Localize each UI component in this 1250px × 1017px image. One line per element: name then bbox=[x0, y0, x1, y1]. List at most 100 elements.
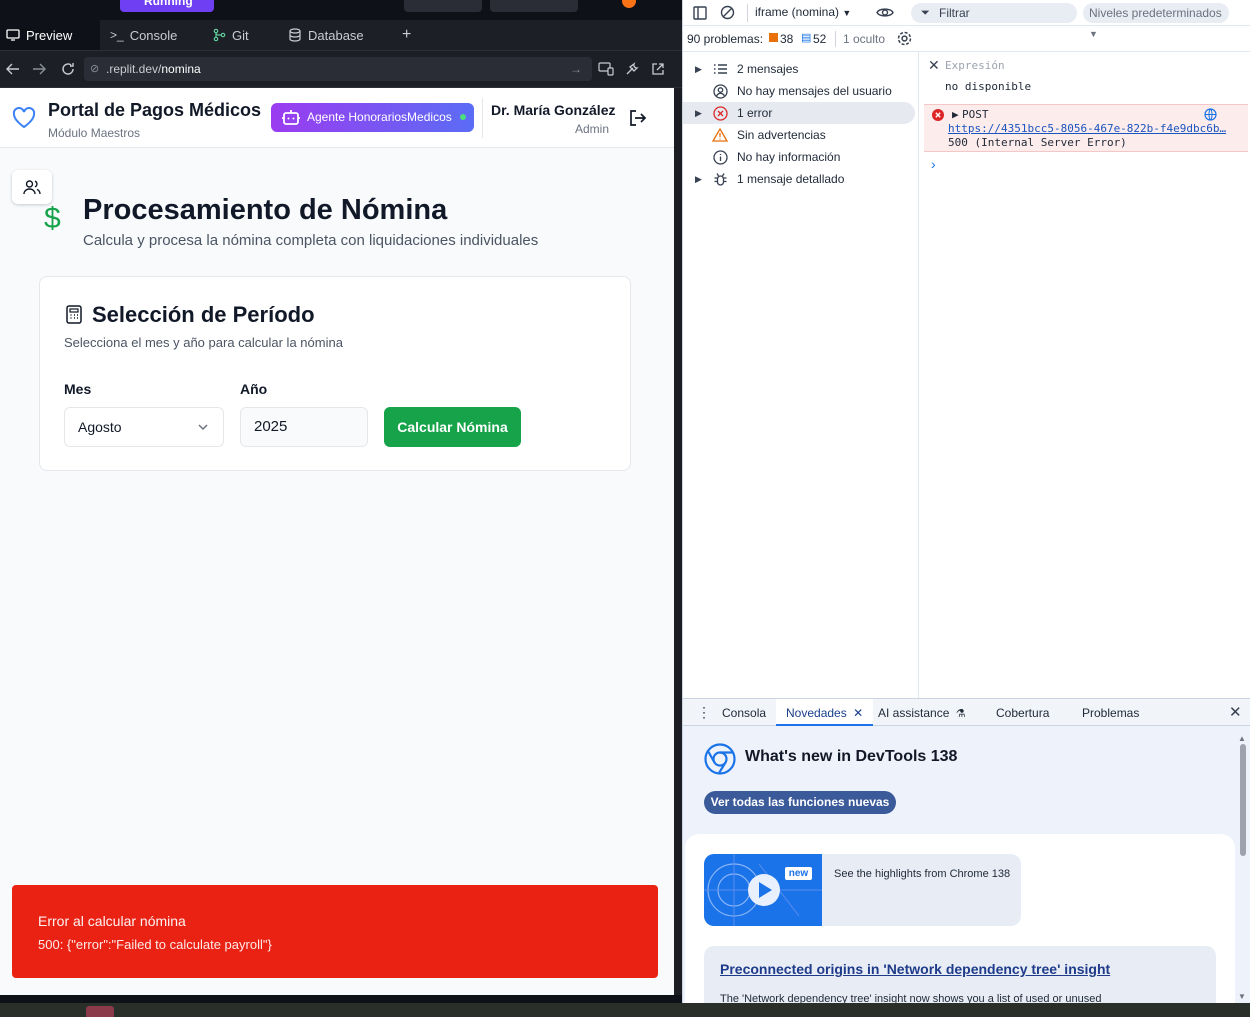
taskbar-app-icon[interactable] bbox=[86, 1006, 114, 1017]
invite-button[interactable] bbox=[404, 0, 482, 12]
tab-console[interactable]: >_ Console bbox=[104, 20, 183, 50]
card-title: Selección de Período bbox=[92, 302, 315, 327]
os-taskbar bbox=[0, 1003, 1250, 1017]
year-label: Año bbox=[240, 381, 268, 397]
month-select[interactable]: Agosto bbox=[64, 407, 224, 447]
error-url-link[interactable]: https://4351bcc5-8056-467e-822b-f4e9dbc6… bbox=[948, 122, 1226, 135]
devtools-panel: iframe (nomina) ▼ ⏷ Filtrar Niveles pred… bbox=[682, 0, 1250, 1003]
tab-cobertura[interactable]: Cobertura bbox=[996, 699, 1049, 726]
live-expression-value: no disponible bbox=[945, 80, 1032, 93]
drawer-scrollbar[interactable]: ▲ ▼ bbox=[1238, 734, 1247, 1001]
heart-icon bbox=[12, 107, 36, 129]
run-status-button[interactable]: Running bbox=[120, 0, 214, 12]
app-preview: Portal de Pagos Médicos Módulo Maestros … bbox=[0, 88, 674, 995]
network-icon[interactable] bbox=[1204, 108, 1217, 121]
clear-console-icon[interactable] bbox=[720, 5, 735, 20]
git-icon bbox=[213, 28, 226, 42]
url-input[interactable]: ⊘ .replit.dev/nomina → bbox=[84, 57, 592, 81]
toast-title: Error al calcular nómina bbox=[38, 913, 186, 929]
calculator-icon bbox=[66, 305, 82, 324]
calculate-payroll-button[interactable]: Calcular Nómina bbox=[384, 407, 521, 447]
filter-input[interactable]: ⏷ Filtrar bbox=[911, 3, 1077, 23]
console-prompt[interactable]: › bbox=[931, 156, 936, 172]
flask-icon: ⚗ bbox=[955, 708, 966, 720]
issues-info[interactable]: 52 bbox=[813, 32, 826, 46]
go-arrow-icon[interactable]: → bbox=[570, 57, 582, 81]
tab-consola[interactable]: Consola bbox=[722, 699, 766, 726]
chrome-devtools-icon bbox=[704, 743, 736, 775]
deploy-button[interactable] bbox=[490, 0, 578, 12]
page-subtitle: Calcula y procesa la nómina completa con… bbox=[83, 232, 539, 249]
scroll-up-icon[interactable]: ▲ bbox=[1238, 734, 1246, 743]
issues-divider bbox=[835, 31, 836, 47]
wrench-icon[interactable] bbox=[625, 62, 639, 76]
video-thumbnail bbox=[704, 854, 822, 926]
tab-problemas[interactable]: Problemas bbox=[1082, 699, 1139, 726]
preconnect-title-link[interactable]: Preconnected origins in 'Network depende… bbox=[720, 961, 1110, 977]
card-subtitle: Selecciona el mes y año para calcular la… bbox=[64, 335, 343, 350]
open-external-icon[interactable] bbox=[651, 62, 665, 76]
portal-title: Portal de Pagos Médicos bbox=[48, 100, 262, 120]
agent-button[interactable]: Agente HonorariosMedicos bbox=[271, 103, 474, 132]
close-tab-icon[interactable]: ✕ bbox=[853, 706, 863, 720]
context-select[interactable]: iframe (nomina) ▼ bbox=[755, 5, 851, 19]
settings-gear-icon[interactable] bbox=[896, 30, 913, 47]
sidebar-item-errors[interactable]: ▶ 1 error bbox=[695, 103, 772, 123]
monitor-icon bbox=[6, 29, 20, 41]
close-drawer-icon[interactable]: ✕ bbox=[1229, 703, 1242, 721]
whats-new-title: What's new in DevTools 138 bbox=[745, 748, 958, 765]
new-badge: new bbox=[784, 866, 813, 881]
close-icon[interactable]: ✕ bbox=[928, 57, 940, 74]
list-icon bbox=[709, 63, 731, 75]
online-status-dot bbox=[460, 114, 466, 120]
error-icon bbox=[709, 105, 731, 121]
console-toolbar: iframe (nomina) ▼ ⏷ Filtrar Niveles pred… bbox=[683, 0, 1250, 39]
issues-count[interactable]: 90 problemas: bbox=[687, 32, 763, 46]
sidebar-item-info[interactable]: No hay información bbox=[695, 147, 840, 167]
back-icon[interactable] bbox=[6, 63, 20, 75]
users-toggle-button[interactable] bbox=[12, 170, 52, 204]
see-all-features-button[interactable]: Ver todas las funciones nuevas bbox=[704, 791, 896, 814]
highlights-card[interactable]: new See the highlights from Chrome 138 bbox=[704, 854, 1021, 926]
preconnect-description: The 'Network dependency tree' insight no… bbox=[720, 993, 1102, 1003]
play-video-icon bbox=[704, 854, 822, 926]
tab-database[interactable]: Database bbox=[282, 20, 370, 50]
log-levels-select[interactable]: Niveles predeterminados ▼ bbox=[1083, 3, 1229, 39]
issues-warnings[interactable]: 38 bbox=[780, 32, 793, 46]
period-selection-card: Selección de Período Selecciona el mes y… bbox=[39, 276, 631, 471]
dropdown-icon: ▼ bbox=[842, 8, 852, 18]
sidebar-item-verbose[interactable]: ▶ 1 mensaje detallado bbox=[695, 169, 844, 189]
logout-icon[interactable] bbox=[629, 110, 647, 126]
tab-novedades[interactable]: Novedades ✕ bbox=[776, 699, 874, 726]
filter-icon: ⏷ bbox=[921, 7, 930, 19]
tab-git[interactable]: Git bbox=[206, 20, 255, 50]
terminal-icon: >_ bbox=[110, 28, 124, 42]
add-tab-button[interactable]: + bbox=[396, 20, 417, 50]
avatar[interactable] bbox=[622, 0, 636, 8]
live-expression-label[interactable]: Expresión bbox=[945, 59, 1005, 72]
toast-message: 500: {"error":"Failed to calculate payro… bbox=[38, 937, 272, 952]
chevron-down-icon bbox=[198, 424, 208, 431]
sidebar-item-messages[interactable]: ▶ 2 mensajes bbox=[695, 59, 798, 79]
info-message-icon: ▤ bbox=[801, 32, 812, 44]
app-header: Portal de Pagos Médicos Módulo Maestros … bbox=[0, 88, 674, 148]
sidebar-item-warnings[interactable]: Sin advertencias bbox=[695, 125, 826, 145]
preview-url-bar: ⊘ .replit.dev/nomina → bbox=[0, 51, 682, 88]
user-role: Admin bbox=[575, 122, 610, 136]
reload-icon[interactable] bbox=[61, 62, 75, 76]
tab-ai-assistance[interactable]: AI assistance ⚗ bbox=[878, 699, 966, 726]
sidebar-toggle-icon[interactable] bbox=[693, 6, 707, 20]
year-input[interactable]: 2025 bbox=[240, 407, 368, 447]
sidebar-item-user-messages[interactable]: No hay mensajes del usuario bbox=[695, 81, 892, 101]
eye-icon[interactable] bbox=[876, 6, 894, 19]
scroll-down-icon[interactable]: ▼ bbox=[1238, 992, 1246, 1001]
tab-preview[interactable]: Preview bbox=[0, 20, 100, 50]
console-output: ✕ Expresión no disponible ▶ POST https:/… bbox=[920, 52, 1250, 698]
expand-arrow-icon[interactable]: ▶ bbox=[952, 108, 959, 121]
features-list: new See the highlights from Chrome 138 P… bbox=[685, 834, 1235, 1003]
forward-icon[interactable] bbox=[32, 63, 46, 75]
more-vertical-icon[interactable]: ⋮ bbox=[697, 704, 711, 721]
devices-icon[interactable] bbox=[598, 62, 614, 76]
scrollbar-thumb[interactable] bbox=[1240, 744, 1246, 856]
console-sidebar: ▶ 2 mensajes No hay mensajes del usuario… bbox=[683, 52, 919, 698]
